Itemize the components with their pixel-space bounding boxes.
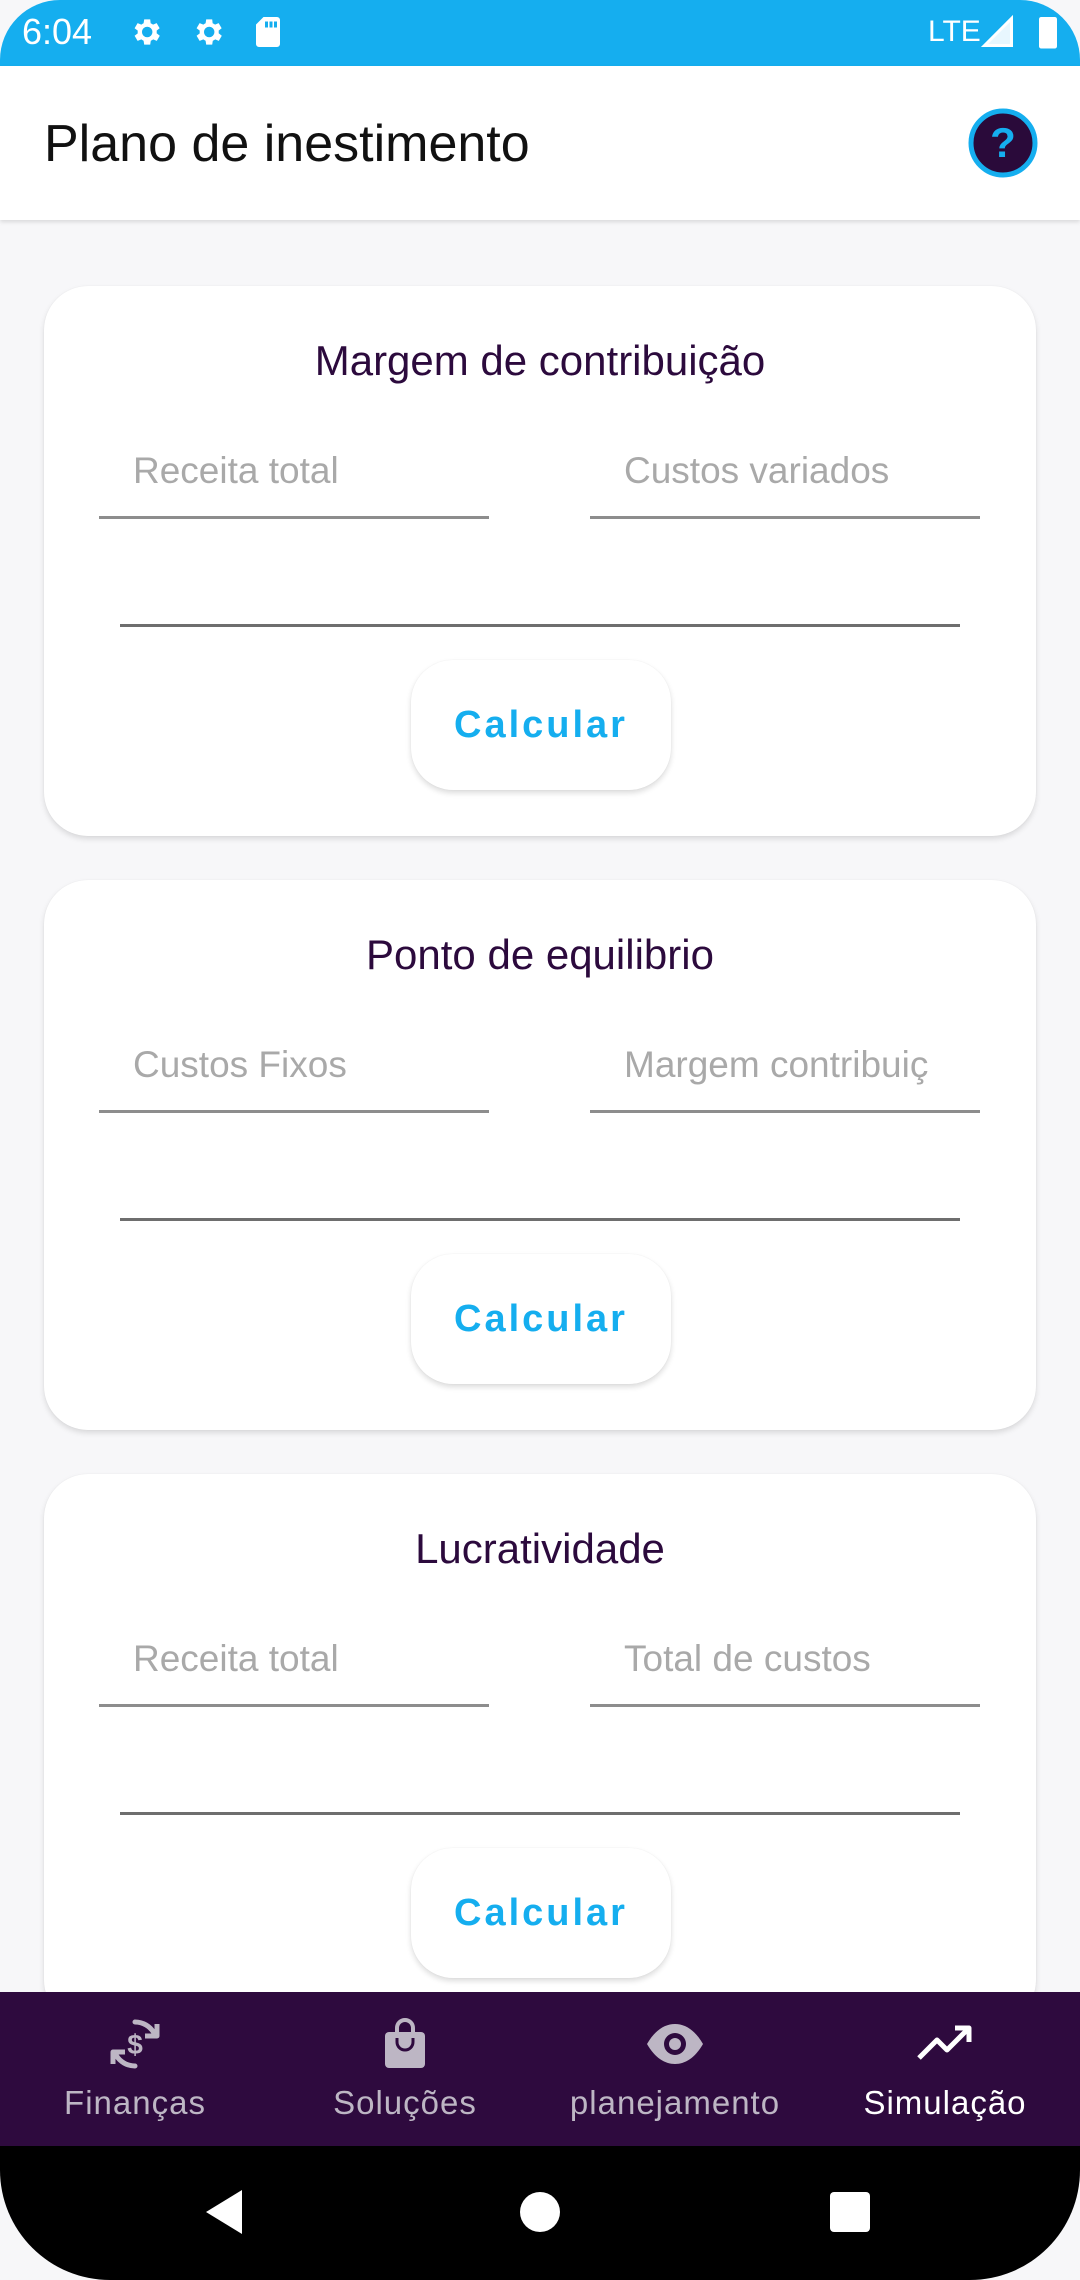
nav-item-planejamento[interactable]: planejamento <box>540 1992 810 2146</box>
receita-total-input[interactable] <box>133 446 479 496</box>
nav-label: Finanças <box>64 2084 206 2121</box>
help-icon[interactable]: ? <box>968 108 1038 178</box>
receita-total-input[interactable] <box>133 1634 479 1684</box>
trending-up-icon <box>917 2025 972 2060</box>
margem-contribuicao-field <box>590 1022 980 1113</box>
settings-icon <box>134 19 160 45</box>
page-title: Plano de inestimento <box>44 115 530 173</box>
system-navigation-bar <box>0 2146 1080 2280</box>
content-scroll[interactable]: Margem de contribuição Calcular Ponto de… <box>0 220 1080 1992</box>
nav-label: planejamento <box>569 2084 781 2121</box>
margem-contribuicao-input[interactable] <box>624 1040 970 1090</box>
eye-icon <box>647 2024 703 2064</box>
card-margem-contribuicao: Margem de contribuição Calcular <box>44 286 1036 836</box>
card-title: Ponto de equilibrio <box>366 931 714 978</box>
network-type: LTE <box>928 15 981 48</box>
app-bar: Plano de inestimento ? <box>0 66 1080 220</box>
currency-exchange-icon: $ <box>110 2019 160 2069</box>
nav-label: Simulação <box>863 2084 1027 2121</box>
total-custos-field <box>590 1616 980 1707</box>
receita-total-field <box>99 428 489 519</box>
calcular-button[interactable]: Calcular <box>411 1254 671 1384</box>
nav-label: Soluções <box>333 2084 477 2121</box>
battery-icon <box>1039 17 1057 49</box>
card-title: Lucratividade <box>415 1525 665 1572</box>
card-lucratividade: Lucratividade Calcular <box>44 1474 1036 1992</box>
nav-item-solucoes[interactable]: Soluções <box>270 1992 540 2146</box>
custos-variados-field <box>590 428 980 519</box>
result-field <box>120 580 960 627</box>
recents-icon[interactable] <box>820 2182 880 2242</box>
custos-fixos-field <box>99 1022 489 1113</box>
result-field <box>120 1174 960 1221</box>
settings-icon <box>196 19 222 45</box>
card-ponto-equilibrio: Ponto de equilibrio Calcular <box>44 880 1036 1430</box>
svg-text:?: ? <box>990 119 1016 166</box>
signal-icon <box>980 14 1013 47</box>
home-icon[interactable] <box>510 2182 570 2242</box>
calcular-button[interactable]: Calcular <box>411 1848 671 1978</box>
bottom-navigation: $ Finanças Soluções planejamento Simulaç… <box>0 1992 1080 2146</box>
nav-item-simulacao[interactable]: Simulação <box>810 1992 1080 2146</box>
result-field <box>120 1768 960 1815</box>
nav-item-financas[interactable]: $ Finanças <box>0 1992 270 2146</box>
total-custos-input[interactable] <box>624 1634 970 1684</box>
calcular-button[interactable]: Calcular <box>411 660 671 790</box>
card-title: Margem de contribuição <box>314 337 766 384</box>
shopping-bag-icon <box>385 2018 425 2068</box>
custos-fixos-input[interactable] <box>133 1040 479 1090</box>
sd-card-icon <box>256 17 280 47</box>
status-time: 6:04 <box>22 11 93 52</box>
status-bar: 6:04 LTE <box>0 0 1080 66</box>
custos-variados-input[interactable] <box>624 446 970 496</box>
svg-text:$: $ <box>127 2029 143 2060</box>
receita-total-field <box>99 1616 489 1707</box>
back-icon[interactable] <box>196 2182 256 2242</box>
